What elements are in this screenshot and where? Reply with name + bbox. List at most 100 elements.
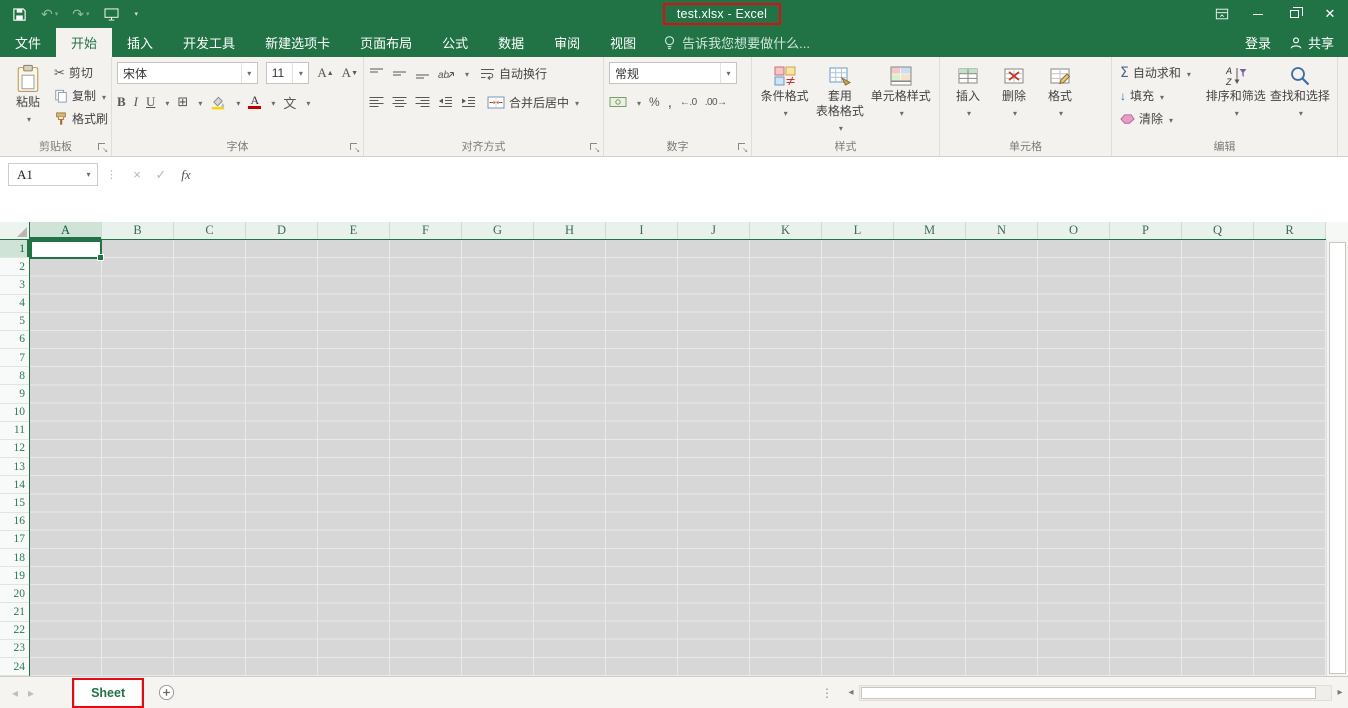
font-size-combo[interactable]: 11 <box>266 62 310 84</box>
cells-grid[interactable] <box>30 240 1326 676</box>
column-header-D[interactable]: D <box>246 222 318 239</box>
fill-color-dropdown[interactable] <box>236 95 240 109</box>
tab-data[interactable]: 数据 <box>483 28 539 57</box>
column-header-A[interactable]: A <box>30 222 102 239</box>
find-select-dropdown[interactable] <box>1299 105 1303 119</box>
selected-cell-A1[interactable] <box>30 240 102 259</box>
italic-button[interactable]: I <box>134 94 138 110</box>
column-header-E[interactable]: E <box>318 222 390 239</box>
insert-function-button[interactable]: fx <box>173 167 199 183</box>
fill-color-button[interactable] <box>210 95 226 110</box>
row-header-23[interactable]: 23 <box>0 640 29 658</box>
paste-dropdown[interactable] <box>27 111 31 125</box>
horizontal-scrollbar[interactable]: ◂ ▸ <box>843 685 1348 701</box>
horizontal-scrollbar-thumb[interactable] <box>861 687 1316 699</box>
scroll-right-button[interactable]: ▸ <box>1332 687 1348 698</box>
fill-button[interactable]: ↓填充 <box>1117 86 1204 105</box>
decrease-decimal-button[interactable]: .00→ <box>705 97 727 108</box>
tab-home[interactable]: 开始 <box>56 28 112 57</box>
row-header-3[interactable]: 3 <box>0 276 29 294</box>
customize-quick-access-button[interactable]: ▾ <box>133 11 139 18</box>
borders-button[interactable]: ⊞ <box>177 94 188 110</box>
save-button[interactable] <box>12 7 27 22</box>
tell-me-box[interactable]: 告诉我您想要做什么... <box>663 28 810 57</box>
orientation-dropdown[interactable] <box>465 66 469 80</box>
horizontal-scrollbar-track[interactable] <box>859 685 1332 701</box>
accounting-format-button[interactable] <box>609 96 627 108</box>
column-header-J[interactable]: J <box>678 222 750 239</box>
cancel-button[interactable]: × <box>125 167 149 182</box>
row-header-11[interactable]: 11 <box>0 422 29 440</box>
number-dialog-launcher[interactable] <box>737 142 748 153</box>
accounting-dropdown[interactable] <box>637 95 641 109</box>
fill-dropdown[interactable] <box>1160 89 1164 103</box>
font-size-dropdown[interactable] <box>292 63 308 83</box>
align-center-button[interactable] <box>392 96 407 109</box>
column-header-K[interactable]: K <box>750 222 822 239</box>
row-header-21[interactable]: 21 <box>0 603 29 621</box>
number-format-dropdown[interactable] <box>720 63 736 83</box>
column-header-R[interactable]: R <box>1254 222 1326 239</box>
autosum-dropdown[interactable] <box>1187 66 1191 80</box>
font-dialog-launcher[interactable] <box>349 142 360 153</box>
shrink-font-button[interactable]: A▼ <box>342 65 358 81</box>
vertical-scrollbar-thumb[interactable] <box>1329 242 1346 674</box>
row-header-13[interactable]: 13 <box>0 458 29 476</box>
row-header-2[interactable]: 2 <box>0 258 29 276</box>
cut-button[interactable]: ✂剪切 <box>51 63 111 82</box>
delete-cells-dropdown[interactable] <box>1013 105 1017 119</box>
restore-button[interactable] <box>1276 0 1312 28</box>
percent-style-button[interactable]: % <box>649 95 660 109</box>
paste-button[interactable]: 粘贴 <box>5 61 51 128</box>
align-left-button[interactable] <box>369 96 384 109</box>
row-header-9[interactable]: 9 <box>0 385 29 403</box>
row-header-4[interactable]: 4 <box>0 295 29 313</box>
scroll-left-button[interactable]: ◂ <box>843 687 859 698</box>
row-header-5[interactable]: 5 <box>0 313 29 331</box>
ribbon-display-options-button[interactable] <box>1204 0 1240 28</box>
sign-in-button[interactable]: 登录 <box>1245 33 1271 52</box>
copy-dropdown[interactable] <box>102 89 106 103</box>
merge-center-button[interactable]: 合并后居中 <box>484 93 582 112</box>
orientation-button[interactable]: ab <box>438 67 455 80</box>
underline-button[interactable]: U <box>146 94 155 110</box>
row-header-16[interactable]: 16 <box>0 513 29 531</box>
align-top-button[interactable] <box>369 67 384 80</box>
autosum-button[interactable]: Σ自动求和 <box>1117 63 1204 82</box>
cell-styles-button[interactable]: 单元格样式 <box>867 61 934 122</box>
font-color-dropdown[interactable] <box>271 95 275 109</box>
sheet-tab-Sheet[interactable]: Sheet <box>74 680 142 706</box>
bold-button[interactable]: B <box>117 94 126 110</box>
grow-font-button[interactable]: A▲ <box>317 65 333 81</box>
wrap-text-button[interactable]: 自动换行 <box>477 64 550 83</box>
tab-formulas[interactable]: 公式 <box>427 28 483 57</box>
font-color-button[interactable]: A <box>248 95 261 109</box>
column-header-G[interactable]: G <box>462 222 534 239</box>
column-header-L[interactable]: L <box>822 222 894 239</box>
conditional-formatting-button[interactable]: 条件格式 <box>757 61 812 122</box>
row-header-8[interactable]: 8 <box>0 367 29 385</box>
increase-decimal-button[interactable]: ←.0 <box>680 97 697 108</box>
new-sheet-button[interactable] <box>158 684 175 701</box>
column-header-O[interactable]: O <box>1038 222 1110 239</box>
row-header-18[interactable]: 18 <box>0 549 29 567</box>
column-header-C[interactable]: C <box>174 222 246 239</box>
comma-style-button[interactable]: , <box>668 94 672 111</box>
alignment-dialog-launcher[interactable] <box>589 142 600 153</box>
format-cells-button[interactable]: 格式 <box>1037 61 1083 122</box>
column-header-Q[interactable]: Q <box>1182 222 1254 239</box>
row-header-24[interactable]: 24 <box>0 658 29 676</box>
tab-new-tab[interactable]: 新建选项卡 <box>250 28 345 57</box>
cell-styles-dropdown[interactable] <box>900 105 904 119</box>
format-as-table-button[interactable]: 套用 表格格式 <box>812 61 867 137</box>
clipboard-dialog-launcher[interactable] <box>97 142 108 153</box>
row-header-19[interactable]: 19 <box>0 567 29 585</box>
column-header-I[interactable]: I <box>606 222 678 239</box>
row-header-22[interactable]: 22 <box>0 622 29 640</box>
decrease-indent-button[interactable] <box>438 96 453 109</box>
undo-button[interactable]: ↶▾ <box>41 7 58 21</box>
tab-scrollbar-splitter[interactable]: ⋮ <box>811 686 843 700</box>
align-right-button[interactable] <box>415 96 430 109</box>
row-header-15[interactable]: 15 <box>0 494 29 512</box>
sort-filter-dropdown[interactable] <box>1235 105 1239 119</box>
